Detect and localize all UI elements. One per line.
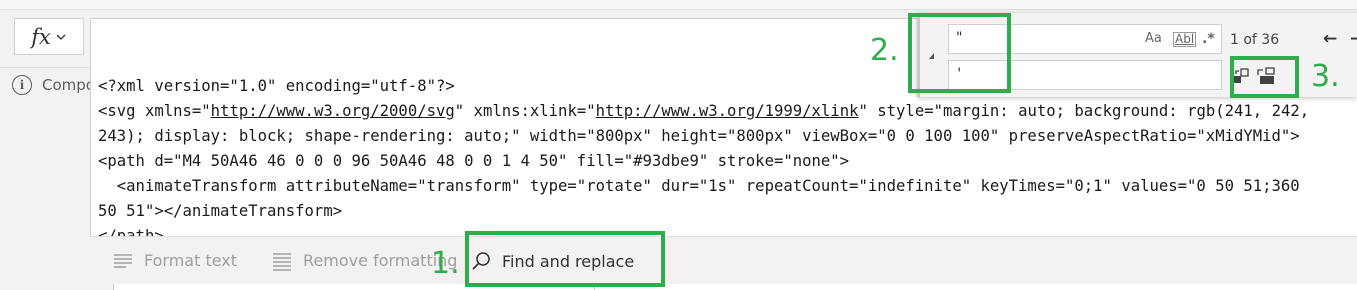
code-line: 50 51"></animateTransform> [98, 202, 343, 220]
format-text-button[interactable]: Format text [112, 237, 237, 285]
code-line: 243); display: block; shape-rendering: a… [98, 127, 1300, 145]
code-link[interactable]: http://www.w3.org/2000/svg [211, 102, 455, 120]
top-strip [0, 0, 1357, 10]
info-text: Compo [42, 75, 95, 94]
lines-icon [273, 252, 292, 271]
match-case-icon[interactable]: Aa [1145, 31, 1162, 46]
info-icon: i [12, 74, 32, 95]
function-button[interactable]: fx [14, 18, 84, 55]
format-lines-icon [114, 253, 132, 268]
editor-toolbar: Format text Remove formatting Find and r… [90, 236, 1357, 284]
remove-formatting-button[interactable]: Remove formatting [271, 237, 457, 285]
fx-label: fx [31, 24, 51, 49]
info-bar: i Compo [0, 67, 100, 101]
annotation-box-3 [1230, 56, 1299, 98]
format-text-label: Format text [144, 251, 238, 270]
code-link[interactable]: http://www.w3.org/1999/xlink [596, 102, 859, 120]
annotation-label-2: 2. [870, 33, 899, 68]
code-line: <svg xmlns="http://www.w3.org/2000/svg" … [98, 102, 1310, 120]
next-match-icon[interactable]: → [1350, 29, 1357, 49]
match-count: 1 of 36 [1230, 32, 1280, 48]
code-line: <?xml version="1.0" encoding="utf-8"?> [98, 77, 455, 95]
annotation-box-1 [465, 231, 665, 287]
chevron-down-icon [56, 34, 66, 40]
annotation-label-1: 1. [431, 246, 460, 281]
annotation-label-3: 3. [1311, 59, 1340, 94]
bottom-panel [113, 284, 1357, 290]
regex-icon[interactable]: .* [1202, 31, 1215, 47]
annotation-box-2 [908, 13, 1011, 93]
previous-match-icon[interactable]: ← [1323, 29, 1337, 49]
code-line: <animateTransform attributeName="transfo… [98, 177, 1300, 195]
code-content[interactable]: <?xml version="1.0" encoding="utf-8"?> <… [98, 74, 1309, 236]
code-line: </path> [98, 227, 164, 236]
whole-word-icon[interactable]: Abl [1173, 32, 1197, 47]
code-line: <path d="M4 50A46 46 0 0 0 96 50A46 48 0… [98, 152, 850, 170]
